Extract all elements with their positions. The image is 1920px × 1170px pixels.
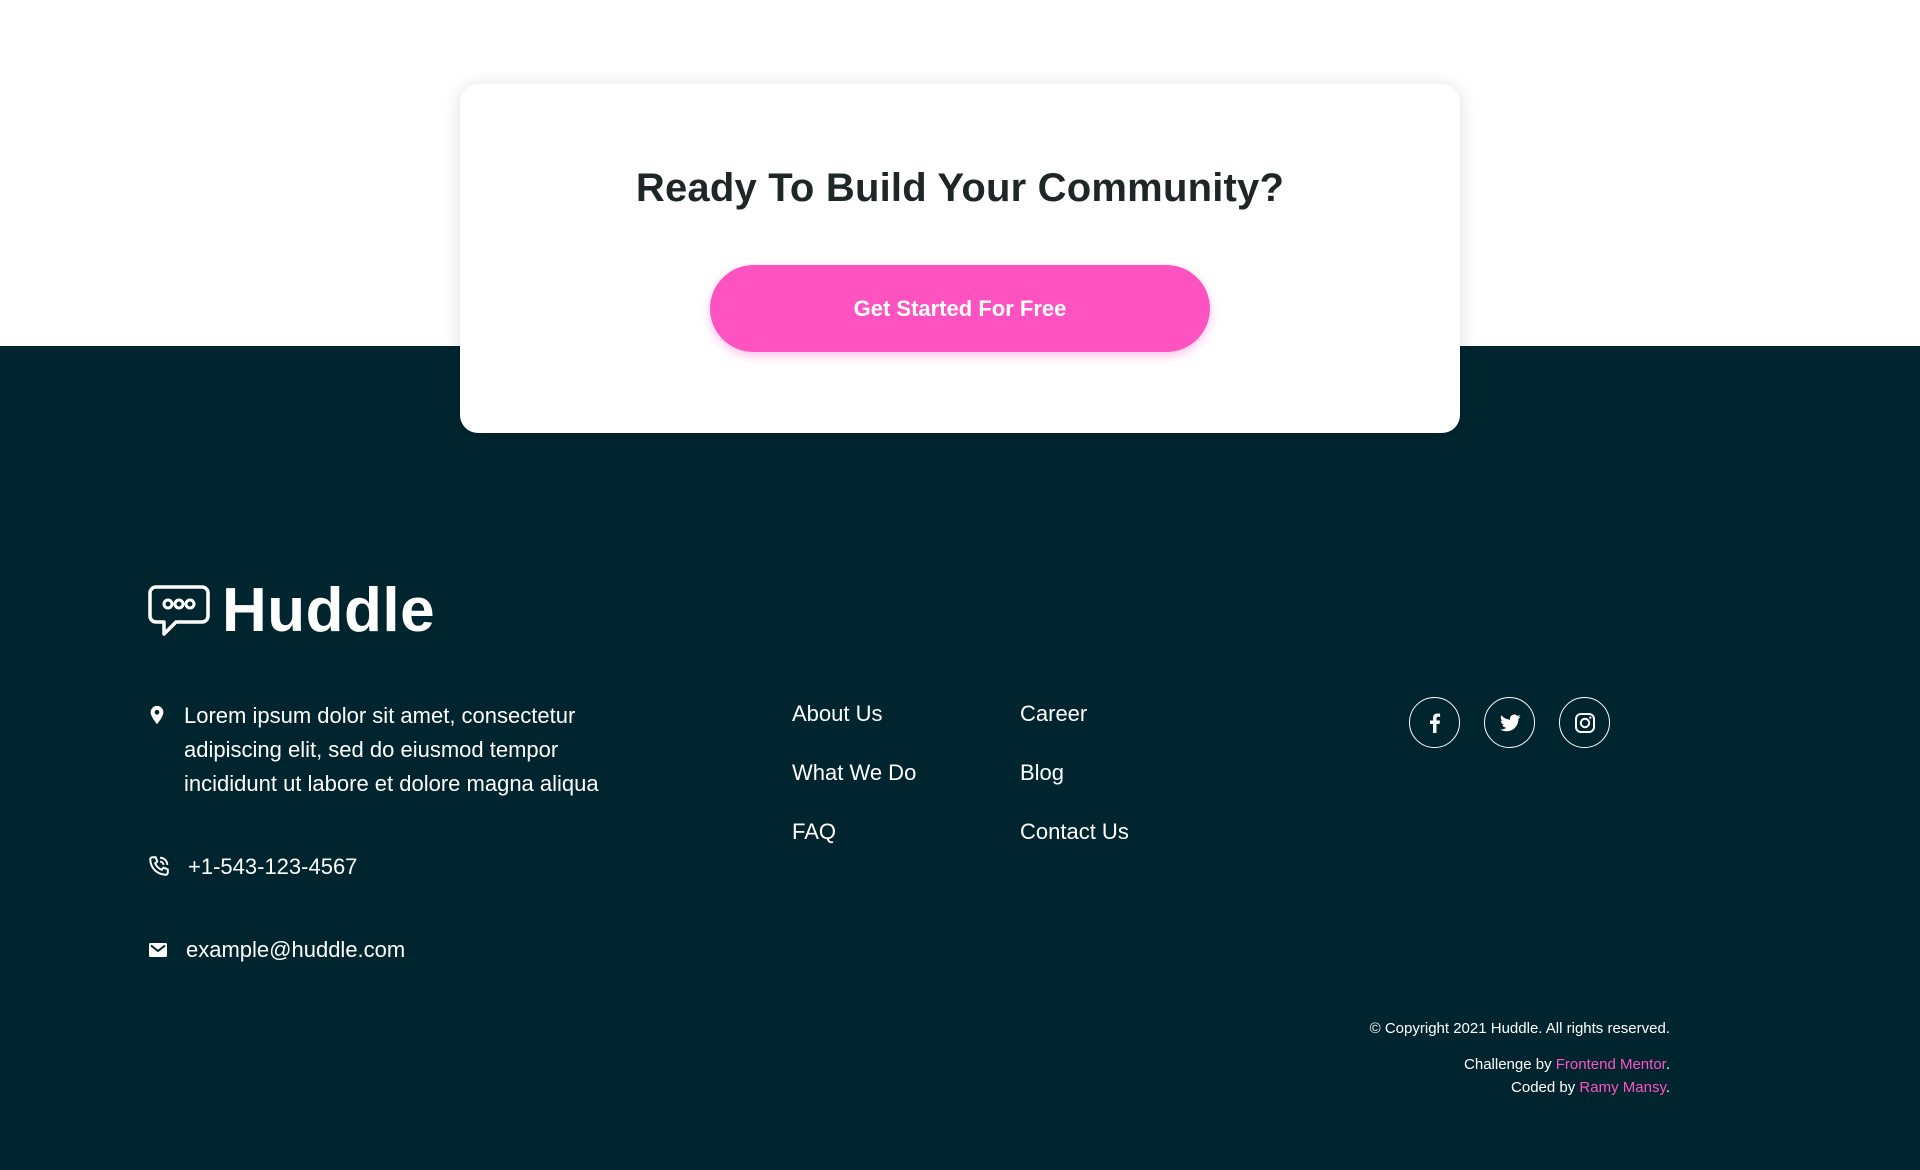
attribution: Challenge by Frontend Mentor. Coded by R… [1464,1053,1670,1099]
location-pin-icon [150,705,164,725]
coded-period: . [1665,1079,1670,1096]
chat-bubble-icon [148,585,210,636]
phone-number[interactable]: +1-543-123-4567 [188,850,357,884]
twitter-icon [1499,714,1520,731]
contact-address: Lorem ipsum dolor sit amet, consectetur … [148,699,648,801]
frontend-mentor-link[interactable]: Frontend Mentor [1556,1056,1666,1073]
nav-career[interactable]: Career [1020,697,1129,731]
footer-nav-column-1: About Us What We Do FAQ [792,697,916,874]
footer-nav-column-2: Career Blog Contact Us [1020,697,1129,874]
cta-card: Ready To Build Your Community? Get Start… [460,84,1460,433]
cta-title: Ready To Build Your Community? [635,166,1285,210]
challenge-period: . [1665,1056,1670,1073]
page: Ready To Build Your Community? Get Start… [0,0,1920,1170]
email-address[interactable]: example@huddle.com [186,933,405,967]
coded-by-credit: Coded by Ramy Mansy. [1464,1076,1670,1099]
nav-what-we-do[interactable]: What We Do [792,756,916,790]
phone-icon [149,856,169,876]
address-text: Lorem ipsum dolor sit amet, consectetur … [184,703,599,796]
contact-phone: +1-543-123-4567 [148,850,357,884]
author-link[interactable]: Ramy Mansy [1579,1079,1665,1096]
challenge-prefix: Challenge by [1464,1056,1556,1073]
instagram-button[interactable] [1559,697,1610,748]
nav-blog[interactable]: Blog [1020,756,1129,790]
nav-about-us[interactable]: About Us [792,697,916,731]
contact-email: example@huddle.com [148,933,405,967]
facebook-button[interactable] [1409,697,1460,748]
coded-prefix: Coded by [1511,1079,1580,1096]
nav-contact-us[interactable]: Contact Us [1020,815,1129,849]
instagram-icon [1574,712,1595,733]
copyright-text: © Copyright 2021 Huddle. All rights rese… [1369,1020,1670,1037]
get-started-button[interactable]: Get Started For Free [710,265,1210,352]
social-links [1409,697,1634,748]
challenge-credit: Challenge by Frontend Mentor. [1464,1053,1670,1076]
nav-faq[interactable]: FAQ [792,815,916,849]
twitter-button[interactable] [1484,697,1535,748]
brand-name: Huddle [222,576,436,645]
mail-icon [149,943,167,957]
facebook-icon [1429,713,1440,733]
footer-logo[interactable]: Huddle [148,576,436,645]
